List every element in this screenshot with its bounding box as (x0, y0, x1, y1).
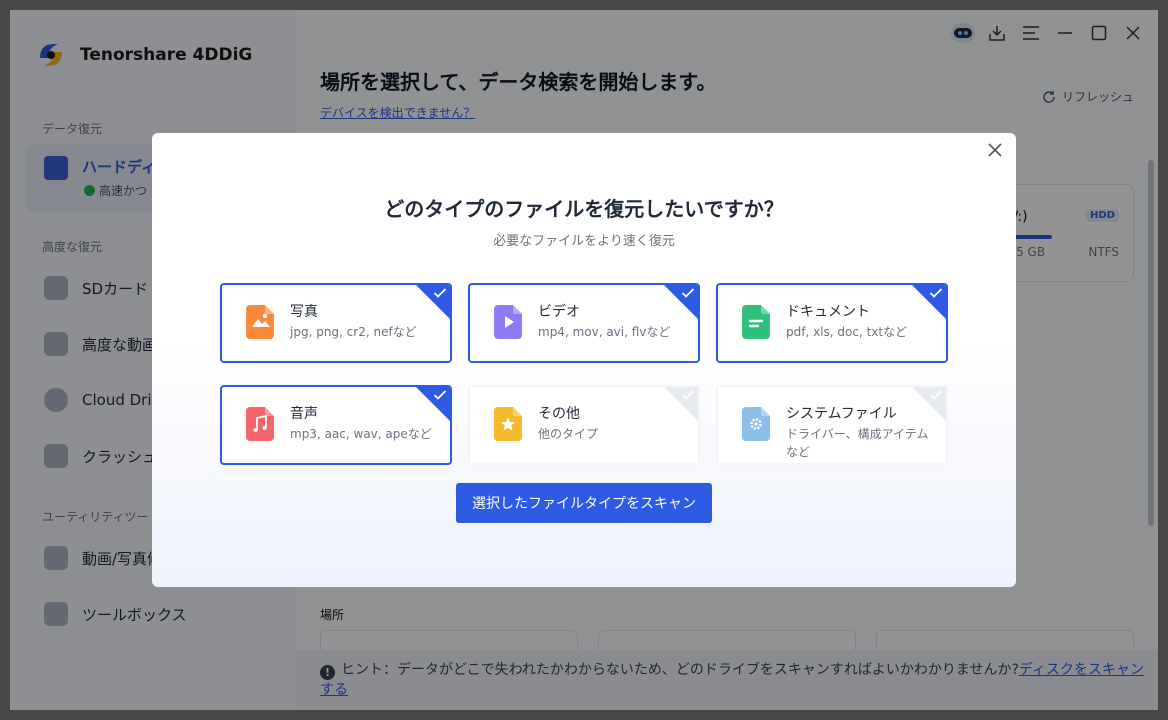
audio-icon (246, 407, 274, 441)
check-icon (433, 288, 447, 298)
file-type-description: pdf, xls, doc, txtなど (786, 325, 908, 339)
dialog-title: どのタイプのファイルを復元したいですか？ (384, 197, 784, 221)
file-type-description: jpg, png, cr2, nefなど (290, 325, 417, 339)
file-type-description: mp4, mov, avi, flvなど (538, 325, 671, 339)
file-type-name: システムファイル (786, 406, 897, 422)
scan-selected-types-button[interactable]: 選択したファイルタイプをスキャン (456, 483, 712, 523)
file-type-description: mp3, aac, wav, apeなど (290, 427, 432, 441)
file-type-card[interactable]: システムファイルドライバー、構成アイテムなど (716, 385, 948, 465)
file-type-name: 写真 (290, 304, 318, 320)
close-icon (988, 143, 1002, 157)
file-type-name: ドキュメント (786, 304, 870, 320)
file-type-card[interactable]: ドキュメント pdf, xls, doc, txtなど (716, 283, 948, 363)
file-type-name: ビデオ (538, 304, 580, 320)
document-icon (742, 305, 770, 339)
file-type-card[interactable]: 写真 jpg, png, cr2, nefなど (220, 283, 452, 363)
file-type-name: 音声 (290, 406, 318, 422)
file-type-card[interactable]: その他 他のタイプ (468, 385, 700, 465)
file-type-card[interactable]: 音声 mp3, aac, wav, apeなど (220, 385, 452, 465)
dialog-subtitle: 必要なファイルをより速く復元 (493, 234, 675, 249)
star-file-icon (494, 407, 522, 441)
file-type-name: その他 (538, 406, 580, 422)
check-icon (929, 288, 943, 298)
photo-icon (246, 305, 274, 339)
file-type-card[interactable]: ビデオ mp4, mov, avi, flvなど (468, 283, 700, 363)
dialog-close-button[interactable] (986, 141, 1004, 159)
check-icon (433, 390, 447, 400)
check-icon (681, 390, 695, 400)
video-icon (494, 305, 522, 339)
check-icon (681, 288, 695, 298)
check-icon (929, 390, 943, 400)
file-type-dialog: どのタイプのファイルを復元したいですか？ 必要なファイルをより速く復元 写真 jp… (152, 133, 1016, 587)
gear-file-icon (742, 407, 770, 441)
file-type-description: 他のタイプ (538, 427, 599, 441)
file-type-description: ドライバー、構成アイテムなど (786, 427, 929, 459)
